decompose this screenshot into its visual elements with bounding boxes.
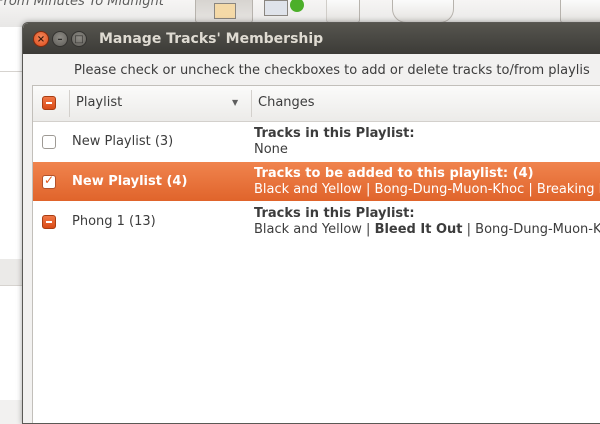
dialog-title: Manage Tracks' Membership bbox=[99, 31, 324, 47]
view-toggle-button[interactable] bbox=[195, 0, 253, 23]
playlist-checkbox[interactable] bbox=[42, 173, 56, 189]
playlist-name: New Playlist (4) bbox=[72, 174, 188, 189]
column-header-playlist[interactable]: Playlist bbox=[76, 95, 122, 110]
playlist-name: New Playlist (3) bbox=[72, 134, 174, 149]
changes-heading: Tracks to be added to this playlist: (4) bbox=[254, 166, 534, 181]
playlist-checkbox[interactable] bbox=[42, 135, 56, 149]
column-separator bbox=[69, 90, 70, 117]
dialog-titlebar[interactable]: × – □ Manage Tracks' Membership bbox=[23, 23, 600, 54]
sync-icon bbox=[290, 0, 304, 12]
playlist-row-selected[interactable]: New Playlist (4) Tracks to be added to t… bbox=[33, 162, 600, 201]
background-sidebar-band bbox=[0, 259, 22, 285]
changes-heading: Tracks in this Playlist: bbox=[254, 206, 415, 221]
divider bbox=[0, 71, 22, 72]
background-button-right[interactable] bbox=[560, 0, 600, 23]
close-icon[interactable]: × bbox=[33, 31, 49, 47]
background-now-playing-text: From Minutes To Midnight bbox=[0, 0, 164, 9]
playlist-checkbox[interactable] bbox=[42, 215, 56, 229]
changes-heading: Tracks in this Playlist: bbox=[254, 126, 415, 141]
list-view-icon[interactable] bbox=[264, 0, 288, 16]
playlist-row[interactable]: New Playlist (3) Tracks in this Playlist… bbox=[33, 122, 600, 161]
changes-tracks: Black and Yellow | Bong-Dung-Muon-Khoc |… bbox=[254, 182, 600, 197]
divider bbox=[0, 285, 22, 286]
playlist-row[interactable]: Phong 1 (13) Tracks in this Playlist: Bl… bbox=[33, 202, 600, 241]
background-sidebar bbox=[0, 27, 23, 400]
playlist-name: Phong 1 (13) bbox=[72, 214, 156, 229]
column-header-changes[interactable]: Changes bbox=[258, 95, 315, 110]
select-all-checkbox[interactable] bbox=[42, 96, 56, 110]
album-view-icon bbox=[214, 3, 236, 19]
list-header: Playlist ▼ Changes bbox=[33, 86, 600, 122]
changes-tracks: None bbox=[254, 142, 288, 157]
manage-tracks-dialog: × – □ Manage Tracks' Membership Please c… bbox=[22, 22, 600, 424]
playlist-membership-list: Playlist ▼ Changes New Playlist (3) Trac… bbox=[32, 85, 600, 423]
sort-down-icon: ▼ bbox=[232, 98, 239, 107]
dialog-instructions: Please check or uncheck the checkboxes t… bbox=[74, 63, 590, 78]
seek-slider[interactable] bbox=[392, 0, 454, 23]
minimize-icon[interactable]: – bbox=[52, 31, 68, 47]
maximize-icon[interactable]: □ bbox=[71, 31, 87, 47]
changes-tracks: Black and Yellow | Bleed It Out | Bong-D… bbox=[254, 222, 600, 237]
column-separator bbox=[251, 90, 252, 117]
background-button[interactable] bbox=[326, 0, 360, 23]
